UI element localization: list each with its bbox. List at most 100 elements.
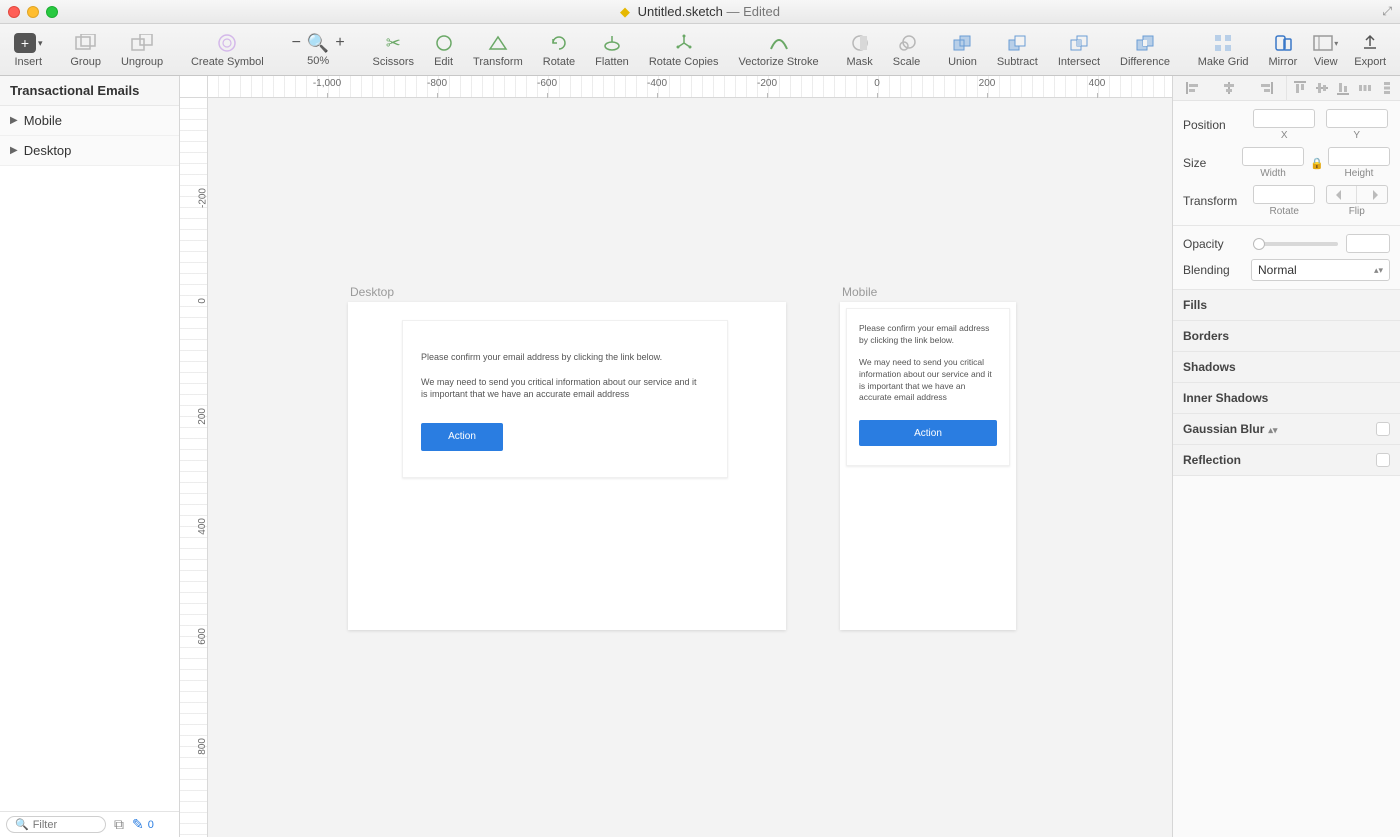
blending-label: Blending <box>1183 263 1245 277</box>
canvas-area[interactable]: -1,000 -800 -600 -400 -200 0 200 400 -20… <box>180 76 1172 837</box>
mobile-line2: We may need to send you critical informa… <box>859 357 997 405</box>
create-symbol-label: Create Symbol <box>191 56 264 68</box>
sidebar-item-desktop[interactable]: ▶ Desktop <box>0 136 179 166</box>
width-sublabel: Width <box>1260 168 1286 179</box>
fills-header[interactable]: Fills <box>1173 290 1400 321</box>
scale-button[interactable]: Scale <box>885 26 929 74</box>
rotate-button[interactable]: Rotate <box>535 26 583 74</box>
inner-shadows-header[interactable]: Inner Shadows <box>1173 383 1400 414</box>
position-y-input[interactable] <box>1326 109 1388 128</box>
flatten-button[interactable]: Flatten <box>587 26 637 74</box>
mirror-button[interactable]: Mirror <box>1261 26 1306 74</box>
export-button[interactable]: Export <box>1346 26 1394 74</box>
insert-button[interactable]: +▾ Insert <box>6 26 51 74</box>
subtract-label: Subtract <box>997 56 1038 68</box>
rotate-icon <box>550 31 568 55</box>
artboard-label-desktop[interactable]: Desktop <box>350 285 394 299</box>
union-button[interactable]: Union <box>940 26 985 74</box>
reflection-header[interactable]: Reflection <box>1173 445 1400 476</box>
flip-horizontal-button[interactable] <box>1327 186 1357 203</box>
width-input[interactable] <box>1242 147 1304 166</box>
difference-button[interactable]: Difference <box>1112 26 1178 74</box>
rotate-input[interactable] <box>1253 185 1315 204</box>
align-vcenter-icon[interactable] <box>1314 80 1330 96</box>
gaussian-blur-checkbox[interactable] <box>1376 422 1390 436</box>
fills-label: Fills <box>1183 298 1207 312</box>
titlebar: ◆ Untitled.sketch — Edited ⤢ <box>0 0 1400 24</box>
opacity-slider[interactable] <box>1253 242 1338 246</box>
position-x-input[interactable] <box>1253 109 1315 128</box>
filter-placeholder: Filter <box>33 819 57 831</box>
size-label: Size <box>1183 156 1236 170</box>
toolbar: +▾ Insert Group Ungroup Create Symbol − … <box>0 24 1400 76</box>
artboard-desktop[interactable]: Please confirm your email address by cli… <box>348 302 786 630</box>
make-grid-button[interactable]: Make Grid <box>1190 26 1257 74</box>
distribute-h-icon[interactable] <box>1357 80 1373 96</box>
view-label: View <box>1314 56 1338 68</box>
zoom-label: 50% <box>307 55 329 67</box>
close-window-button[interactable] <box>8 6 20 18</box>
page-title[interactable]: Transactional Emails <box>0 76 179 106</box>
desktop-action-label: Action <box>448 431 476 442</box>
desktop-action-button[interactable]: Action <box>421 423 503 451</box>
shadows-header[interactable]: Shadows <box>1173 352 1400 383</box>
disclosure-triangle-icon: ▶ <box>10 115 18 126</box>
scissors-icon: ✂ <box>386 31 401 55</box>
zoom-in-icon[interactable]: + <box>335 34 344 52</box>
artboard-mobile[interactable]: Please confirm your email address by cli… <box>840 302 1016 630</box>
vectorize-stroke-button[interactable]: Vectorize Stroke <box>731 26 827 74</box>
mask-button[interactable]: Mask <box>838 26 880 74</box>
flip-vertical-button[interactable] <box>1356 186 1387 203</box>
canvas[interactable]: Desktop Please confirm your email addres… <box>208 98 1172 837</box>
difference-label: Difference <box>1120 56 1170 68</box>
window-controls <box>8 6 58 18</box>
borders-header[interactable]: Borders <box>1173 321 1400 352</box>
mobile-action-button[interactable]: Action <box>859 420 997 446</box>
align-top-icon[interactable] <box>1292 80 1308 96</box>
subtract-button[interactable]: Subtract <box>989 26 1046 74</box>
email-card-desktop: Please confirm your email address by cli… <box>402 320 728 478</box>
geometry-section: Position X Y Size Width 🔒 Height Transfo… <box>1173 101 1400 226</box>
pages-icon[interactable]: ⧉ <box>114 816 124 833</box>
align-left-icon[interactable] <box>1185 80 1201 96</box>
mobile-line1: Please confirm your email address by cli… <box>859 323 997 347</box>
rotate-label: Rotate <box>543 56 575 68</box>
lock-aspect-icon[interactable]: 🔒 <box>1310 157 1322 170</box>
opacity-label: Opacity <box>1183 237 1245 251</box>
filename: Untitled.sketch <box>638 4 723 19</box>
rotate-copies-button[interactable]: Rotate Copies <box>641 26 727 74</box>
transform-icon <box>488 31 508 55</box>
align-right-icon[interactable] <box>1258 80 1274 96</box>
artboard-label-mobile[interactable]: Mobile <box>842 285 877 299</box>
flip-sublabel: Flip <box>1349 206 1365 217</box>
intersect-button[interactable]: Intersect <box>1050 26 1108 74</box>
align-bottom-icon[interactable] <box>1335 80 1351 96</box>
view-button[interactable]: ▾View <box>1305 26 1346 74</box>
zoom-out-icon[interactable]: − <box>292 34 301 52</box>
minimize-window-button[interactable] <box>27 6 39 18</box>
gaussian-blur-header[interactable]: Gaussian Blur▴▾ <box>1173 414 1400 445</box>
height-input[interactable] <box>1328 147 1390 166</box>
distribute-v-icon[interactable] <box>1379 80 1395 96</box>
reflection-checkbox[interactable] <box>1376 453 1390 467</box>
filter-input[interactable]: 🔍 Filter <box>6 816 106 833</box>
create-symbol-button[interactable]: Create Symbol <box>183 26 272 74</box>
ruler-h-tick: 400 <box>1089 78 1106 89</box>
ungroup-button[interactable]: Ungroup <box>113 26 171 74</box>
shadows-label: Shadows <box>1183 360 1236 374</box>
rotate-sublabel: Rotate <box>1270 206 1299 217</box>
opacity-input[interactable] <box>1346 234 1390 253</box>
transform-button[interactable]: Transform <box>465 26 531 74</box>
scissors-button[interactable]: ✂Scissors <box>365 26 423 74</box>
align-hcenter-icon[interactable] <box>1221 80 1237 96</box>
slice-icon[interactable]: ✎ <box>132 816 144 833</box>
fullscreen-icon[interactable]: ⤢ <box>1382 4 1392 19</box>
export-icon <box>1362 31 1378 55</box>
group-button[interactable]: Group <box>62 26 109 74</box>
sidebar-item-mobile[interactable]: ▶ Mobile <box>0 106 179 136</box>
ruler-v-tick: 800 <box>198 738 209 755</box>
zoom-control[interactable]: − 🔍 + 50% <box>284 33 353 67</box>
zoom-window-button[interactable] <box>46 6 58 18</box>
blending-select[interactable]: Normal ▴▾ <box>1251 259 1390 281</box>
edit-button[interactable]: Edit <box>426 26 461 74</box>
